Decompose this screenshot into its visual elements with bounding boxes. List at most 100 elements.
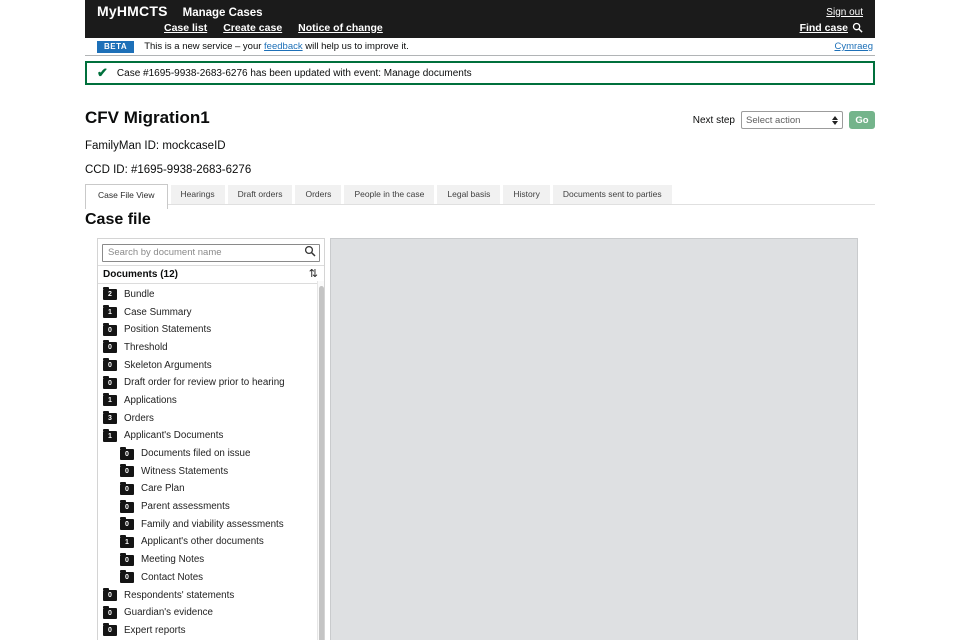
folder-count-badge: 0 xyxy=(108,609,112,617)
folder-icon: 0 xyxy=(103,340,117,354)
folder-label: Family and viability assessments xyxy=(141,518,284,530)
document-folder-family-and-viability-assessments[interactable]: 0 Family and viability assessments xyxy=(98,515,324,533)
folder-count-badge: 0 xyxy=(108,627,112,635)
next-step-select[interactable]: Select action xyxy=(741,111,843,129)
product-title: Manage Cases xyxy=(182,7,263,19)
select-spinner-icon xyxy=(832,115,838,125)
folder-label: Draft order for review prior to hearing xyxy=(124,377,285,389)
folder-icon: 1 xyxy=(103,305,117,319)
tab-people-in-the-case[interactable]: People in the case xyxy=(344,185,435,204)
folder-icon: 0 xyxy=(103,375,117,389)
document-folder-position-statements[interactable]: 0 Position Statements xyxy=(98,321,324,339)
section-title: Case file xyxy=(85,211,151,228)
folder-label: Contact Notes xyxy=(141,571,204,583)
document-folder-care-plan[interactable]: 0 Care Plan xyxy=(98,480,324,498)
check-icon: ✔ xyxy=(97,65,108,80)
document-folder-draft-order-for-review-prior-to-hearing[interactable]: 0 Draft order for review prior to hearing xyxy=(98,374,324,392)
tab-bar: Case File View Hearings Draft orders Orders… xyxy=(85,184,875,209)
folder-icon: 0 xyxy=(120,446,134,460)
nav-link-create-case[interactable]: Create case xyxy=(223,22,282,34)
document-folder-applications[interactable]: 1 Applications xyxy=(98,392,324,410)
document-folder-bundle[interactable]: 2 Bundle xyxy=(98,286,324,304)
tab-legal-basis[interactable]: Legal basis xyxy=(437,185,501,204)
document-list-scrollbar[interactable] xyxy=(317,281,324,640)
folder-count-badge: 0 xyxy=(125,521,129,529)
folder-count-badge: 3 xyxy=(108,415,112,423)
folder-label: Case Summary xyxy=(124,306,192,318)
folder-count-badge: 0 xyxy=(125,450,129,458)
folder-label: Parent assessments xyxy=(141,501,230,513)
beta-text-before: This is a new service – your xyxy=(144,41,265,52)
folder-icon: 1 xyxy=(103,428,117,442)
nav-link-notice-of-change[interactable]: Notice of change xyxy=(298,22,383,34)
go-button[interactable]: Go xyxy=(849,111,875,129)
folder-count-badge: 0 xyxy=(108,379,112,387)
document-folder-witness-statements[interactable]: 0 Witness Statements xyxy=(98,462,324,480)
folder-icon: 0 xyxy=(103,322,117,336)
folder-count-badge: 1 xyxy=(125,538,129,546)
document-folder-parent-assessments[interactable]: 0 Parent assessments xyxy=(98,498,324,516)
documents-count-header: Documents (12) xyxy=(103,268,179,280)
nav-link-case-list[interactable]: Case list xyxy=(164,22,207,34)
tab-draft-orders[interactable]: Draft orders xyxy=(227,185,293,204)
beta-text-after: will help us to improve it. xyxy=(302,41,409,52)
sort-icon[interactable]: ⇅ xyxy=(309,269,318,280)
folder-icon: 0 xyxy=(103,588,117,602)
page-title: CFV Migration1 xyxy=(85,108,210,127)
document-folder-expert-reports[interactable]: 0 Expert reports xyxy=(98,622,324,640)
document-folder-case-summary[interactable]: 1 Case Summary xyxy=(98,303,324,321)
search-icon[interactable] xyxy=(852,22,863,33)
folder-label: Meeting Notes xyxy=(141,554,205,566)
folder-count-badge: 0 xyxy=(125,574,129,582)
tab-documents-sent-to-parties[interactable]: Documents sent to parties xyxy=(552,185,672,204)
sign-out-link[interactable]: Sign out xyxy=(826,7,863,18)
folder-icon: 0 xyxy=(120,552,134,566)
success-message: Case #1695-9938-2683-6276 has been updat… xyxy=(116,67,472,79)
folder-count-badge: 1 xyxy=(108,397,112,405)
search-icon[interactable] xyxy=(304,245,316,257)
document-folder-respondents-statements[interactable]: 0 Respondents' statements xyxy=(98,586,324,604)
folder-label: Care Plan xyxy=(141,483,185,495)
tab-hearings[interactable]: Hearings xyxy=(170,185,225,204)
feedback-link[interactable]: feedback xyxy=(264,41,303,52)
document-folder-skeleton-arguments[interactable]: 0 Skeleton Arguments xyxy=(98,356,324,374)
folder-count-badge: 2 xyxy=(108,291,112,299)
document-search-input[interactable] xyxy=(102,243,320,262)
document-folder-contact-notes[interactable]: 0 Contact Notes xyxy=(98,569,324,587)
document-folder-threshold[interactable]: 0 Threshold xyxy=(98,339,324,357)
folder-count-badge: 0 xyxy=(125,485,129,493)
scrollbar-thumb[interactable] xyxy=(319,286,324,640)
beta-bar: BETA This is a new service – your feedba… xyxy=(85,38,875,56)
folder-count-badge: 0 xyxy=(125,503,129,511)
folder-label: Skeleton Arguments xyxy=(124,359,212,371)
folder-icon: 0 xyxy=(120,570,134,584)
folder-label: Guardian's evidence xyxy=(124,607,214,619)
folder-label: Applications xyxy=(124,394,177,406)
tab-case-file-view[interactable]: Case File View xyxy=(85,184,168,209)
tab-orders[interactable]: Orders xyxy=(295,185,342,204)
folder-icon: 3 xyxy=(103,411,117,425)
document-folder-orders[interactable]: 3 Orders xyxy=(98,409,324,427)
document-folder-applicant-s-documents[interactable]: 1 Applicant's Documents xyxy=(98,427,324,445)
find-case-link[interactable]: Find case xyxy=(800,22,848,34)
document-folder-applicant-s-other-documents[interactable]: 1 Applicant's other documents xyxy=(98,533,324,551)
folder-label: Respondents' statements xyxy=(124,589,235,601)
folder-label: Applicant's Documents xyxy=(124,430,224,442)
folder-count-badge: 0 xyxy=(108,344,112,352)
folder-icon: 1 xyxy=(103,393,117,407)
folder-count-badge: 0 xyxy=(108,326,112,334)
brand-logo: MyHMCTS xyxy=(97,3,168,19)
folder-count-badge: 0 xyxy=(125,556,129,564)
page-container: MyHMCTS Manage Cases Sign out Case list Cr… xyxy=(85,0,875,640)
beta-text: This is a new service – your feedback wi… xyxy=(144,41,409,52)
folder-icon: 0 xyxy=(103,623,117,637)
documents-panel: Documents (12) ⇅ 2 Bundle 1 Case Summary 0 Po… xyxy=(97,238,325,640)
folder-icon: 0 xyxy=(103,358,117,372)
document-folder-guardian-s-evidence[interactable]: 0 Guardian's evidence xyxy=(98,604,324,622)
document-folder-documents-filed-on-issue[interactable]: 0 Documents filed on issue xyxy=(98,445,324,463)
next-step-label: Next step xyxy=(692,114,735,126)
language-link[interactable]: Cymraeg xyxy=(834,41,873,52)
tab-history[interactable]: History xyxy=(503,185,550,204)
folder-icon: 2 xyxy=(103,287,117,301)
document-folder-meeting-notes[interactable]: 0 Meeting Notes xyxy=(98,551,324,569)
